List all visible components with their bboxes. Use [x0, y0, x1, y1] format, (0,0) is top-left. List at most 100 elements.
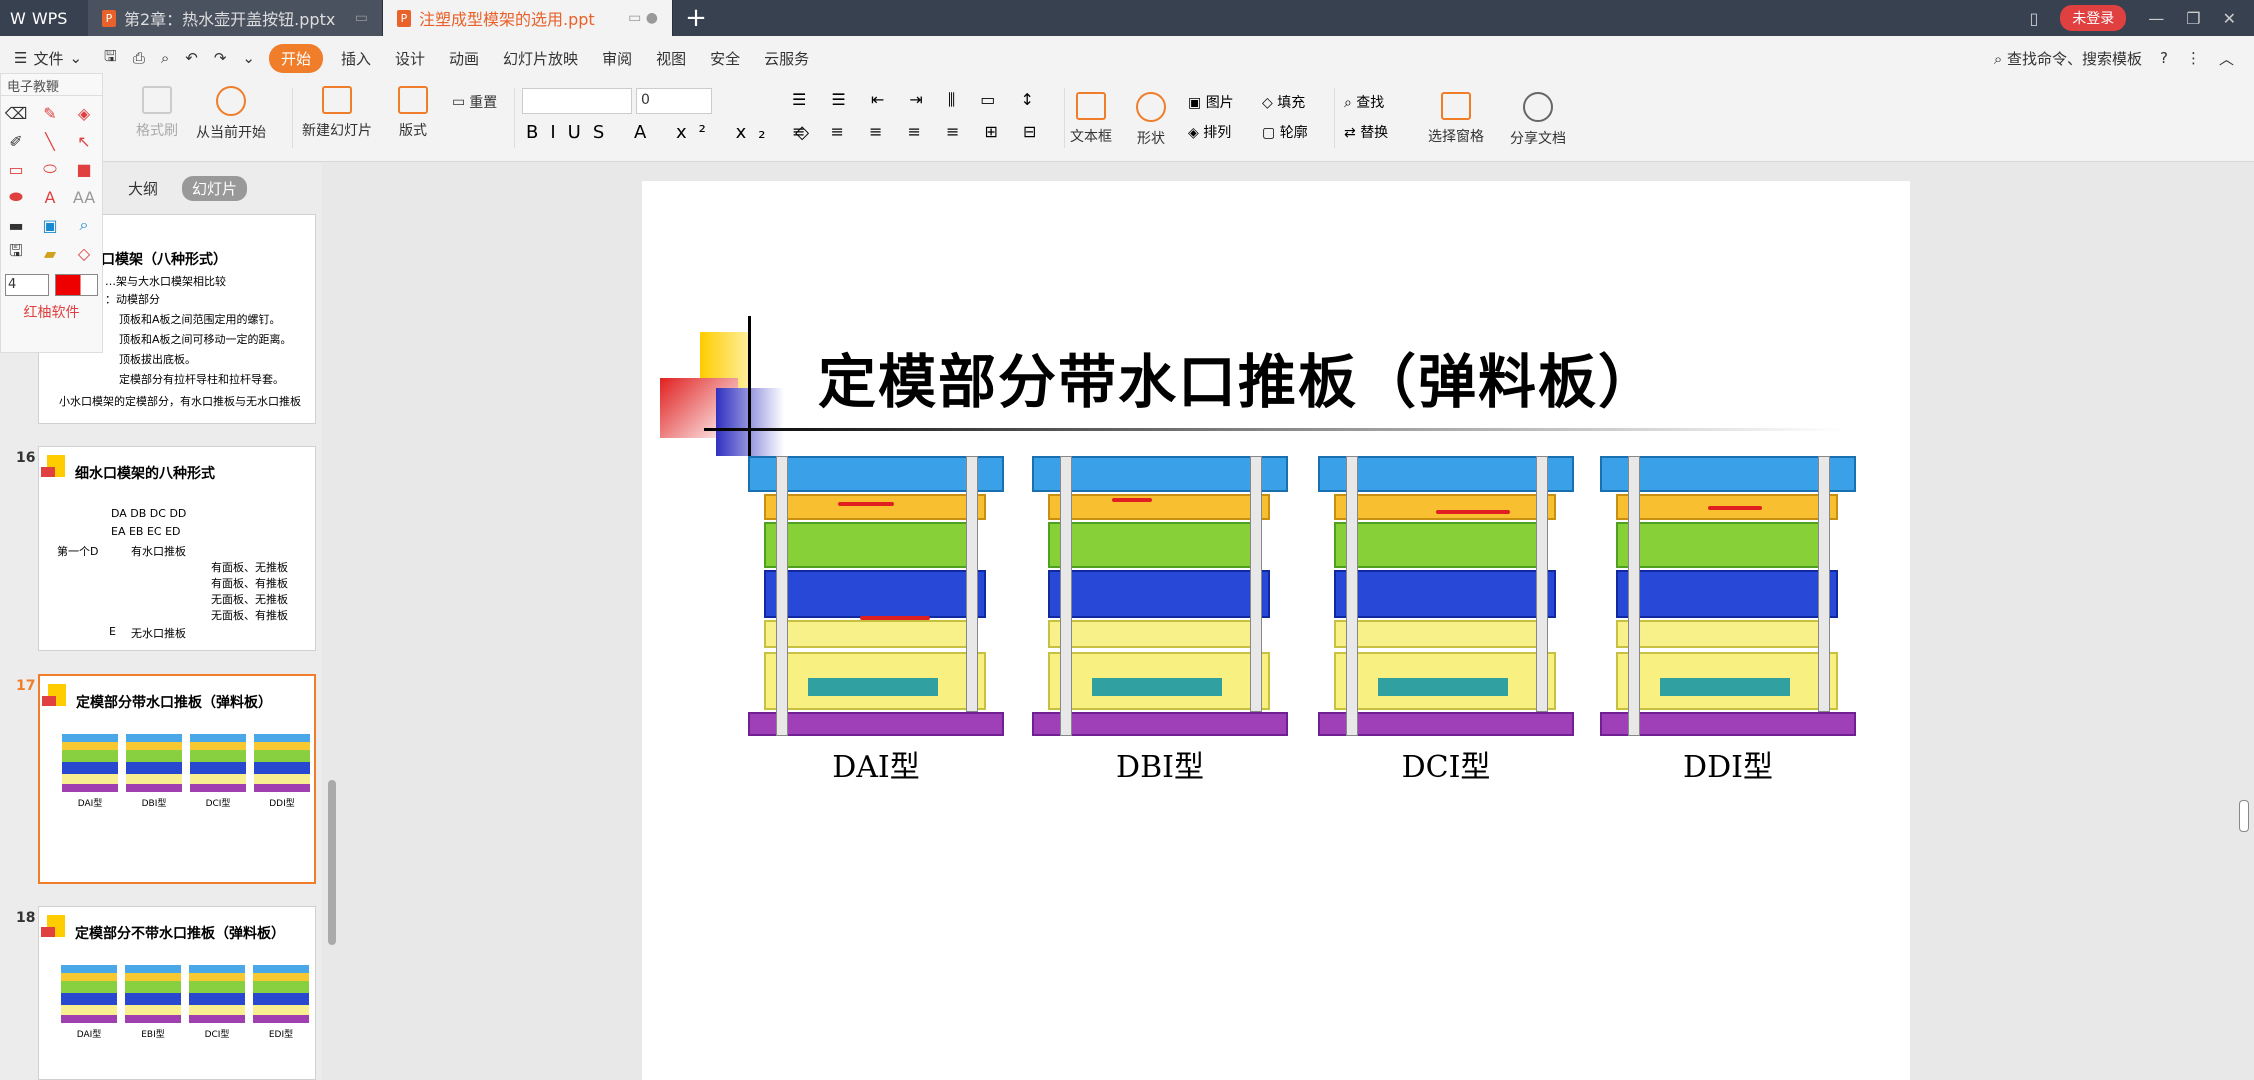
menu-home[interactable]: 开始 — [268, 43, 323, 73]
mold-diagram-dbi[interactable] — [1032, 456, 1288, 736]
replace-icon: ⇄ — [1344, 125, 1361, 141]
line-icon[interactable]: ╲ — [39, 130, 61, 152]
command-search[interactable]: ⌕ 查找命令、搜索模板 — [1994, 48, 2142, 69]
rectangle-icon[interactable]: ▭ — [5, 158, 27, 180]
arrange-button[interactable]: ◈ 排列 — [1188, 122, 1231, 142]
arrow-icon[interactable]: ↖ — [73, 130, 95, 152]
ppt-file-icon: P — [397, 9, 411, 27]
pane-scrollbar[interactable] — [328, 780, 336, 945]
tab-close-icon[interactable]: ▭ ● — [628, 10, 658, 26]
textbox-icon — [1076, 92, 1106, 120]
menu-bar: ☰ 文件 ⌄ 🖫 ⎙ ⌕ ↶ ↷ ⌄ 开始 插入 设计 动画 幻灯片放映 审阅 视图… — [0, 36, 2254, 80]
select-pane-button[interactable]: 选择窗格 — [1428, 92, 1484, 146]
quick-access-icon[interactable]: ⌄ — [234, 49, 263, 67]
collapse-ribbon-icon[interactable]: ︿ — [2219, 48, 2234, 69]
magnifier-icon[interactable]: ⌕ — [73, 214, 95, 236]
font-size-icon[interactable]: AA — [73, 186, 95, 208]
save-icon[interactable]: 🖫 — [96, 46, 125, 71]
title-bar: W WPS P 第2章：热水壶开盖按钮.pptx ▭ P 注塑成型模架的选用.pp… — [0, 0, 2254, 36]
screen-icon[interactable]: ▣ — [39, 214, 61, 236]
layout-button[interactable]: 版式 — [398, 86, 428, 140]
font-style-buttons[interactable]: BIUS A x² x₂ ◇ — [526, 122, 821, 143]
save-icon[interactable]: 🖫 — [5, 241, 27, 264]
mini-mold-image — [126, 734, 182, 792]
tab-document-2[interactable]: P 注塑成型模架的选用.ppt ▭ ● — [383, 0, 673, 36]
login-button[interactable]: 未登录 — [2060, 5, 2127, 31]
canvas-scroll-thumb[interactable] — [2239, 800, 2249, 832]
canvas-scrollbar[interactable] — [2236, 170, 2250, 1075]
reset-button[interactable]: ▭ 重置 — [452, 92, 497, 112]
menu-review[interactable]: 审阅 — [590, 48, 644, 69]
arrange-icon: ◈ — [1188, 125, 1204, 141]
title-decoration — [748, 316, 751, 456]
tab-slides[interactable]: 幻灯片 — [182, 176, 248, 201]
mold-diagram-dci[interactable] — [1318, 456, 1574, 736]
mold-label: DCI型 — [1401, 750, 1491, 785]
pen-icon[interactable]: ✎ — [39, 102, 61, 124]
slide-thumbnail[interactable]: 定模部分不带水口推板（弹料板） DAI型 EBI型 DCI型 EDI型 — [38, 906, 316, 1080]
window-icon[interactable]: ▯ — [2029, 9, 2038, 28]
open-folder-icon[interactable]: ▰ — [39, 242, 61, 264]
file-menu[interactable]: ☰ 文件 ⌄ — [0, 48, 96, 69]
tab-outline[interactable]: 大纲 — [118, 176, 168, 201]
outline-icon: ▢ — [1262, 125, 1280, 141]
replace-button[interactable]: ⇄ 替换 — [1344, 122, 1388, 142]
picture-button[interactable]: ▣ 图片 — [1188, 92, 1234, 112]
menu-security[interactable]: 安全 — [698, 48, 752, 69]
mini-mold-image — [189, 965, 245, 1023]
clear-icon[interactable]: ◇ — [73, 242, 95, 264]
menu-cloud[interactable]: 云服务 — [752, 48, 821, 69]
slide-title[interactable]: 定模部分带水口推板（弹料板） — [818, 335, 1658, 419]
wps-logo[interactable]: W WPS — [0, 0, 88, 36]
slide-thumbnail[interactable]: 细水口模架的八种形式 DA DB DC DD EA EB EC ED 第一个D … — [38, 446, 316, 651]
paragraph-buttons[interactable]: ☰ ☰ ⇤ ⇥ ⫼ ▭ ↕ — [792, 90, 1044, 110]
mold-diagram-ddi[interactable] — [1600, 456, 1856, 736]
blackboard-icon[interactable]: ▬ — [5, 214, 27, 236]
find-button[interactable]: ⌕ 查找 — [1344, 92, 1384, 112]
undo-icon[interactable]: ↶ — [177, 49, 206, 67]
mold-diagram-dai[interactable] — [748, 456, 1004, 736]
print-icon[interactable]: ⎙ — [125, 49, 153, 67]
text-icon[interactable]: A — [39, 186, 61, 208]
slide-thumbnail-selected[interactable]: 定模部分带水口推板（弹料板） DAI型 DBI型 DCI型 DDI型 — [38, 674, 316, 884]
font-family-select[interactable] — [522, 88, 632, 114]
marker-icon[interactable]: ✐ — [5, 130, 27, 152]
new-slide-icon — [322, 86, 352, 114]
menu-slideshow[interactable]: 幻灯片放映 — [491, 48, 590, 69]
slide-number: 18 — [16, 910, 36, 926]
new-slide-button[interactable]: 新建幻灯片 — [302, 86, 372, 140]
outline-button[interactable]: ▢ 轮廓 — [1262, 122, 1308, 142]
eraser-icon[interactable]: ⌫ — [5, 102, 28, 124]
restore-icon[interactable]: ❐ — [2186, 9, 2200, 28]
play-from-current-button[interactable]: 从当前开始 — [196, 86, 266, 142]
line-width-select[interactable]: 4 — [5, 274, 49, 296]
fill-button[interactable]: ◇ 填充 — [1262, 92, 1305, 112]
menu-design[interactable]: 设计 — [383, 48, 437, 69]
mini-mold-image — [254, 734, 310, 792]
layout-icon — [398, 86, 428, 114]
fill-bucket-icon[interactable]: ◈ — [73, 102, 95, 124]
tab-document-1[interactable]: P 第2章：热水壶开盖按钮.pptx ▭ — [88, 0, 383, 36]
close-icon[interactable]: ✕ — [2223, 9, 2236, 28]
filled-ellipse-icon[interactable]: ⬬ — [5, 186, 27, 208]
color-select[interactable] — [54, 274, 98, 296]
shape-button[interactable]: 形状 — [1136, 92, 1166, 148]
format-painter-button[interactable]: 格式刷 — [136, 86, 178, 140]
minimize-icon[interactable]: — — [2148, 9, 2164, 28]
tab-close-icon[interactable]: ▭ — [355, 10, 368, 26]
menu-animation[interactable]: 动画 — [437, 48, 491, 69]
filled-rectangle-icon[interactable]: ■ — [73, 158, 95, 180]
font-size-select[interactable]: 0 — [636, 88, 712, 114]
new-tab-button[interactable]: + — [673, 0, 719, 36]
more-icon[interactable]: ⋮ — [2186, 49, 2201, 67]
textbox-button[interactable]: 文本框 — [1070, 92, 1112, 146]
share-button[interactable]: 分享文档 — [1510, 92, 1566, 148]
align-buttons[interactable]: ≡ ≡ ≡ ≡ ≡ ⊞ ⊟ — [792, 122, 1046, 141]
menu-view[interactable]: 视图 — [644, 48, 698, 69]
help-icon[interactable]: ? — [2160, 49, 2168, 67]
redo-icon[interactable]: ↷ — [206, 49, 235, 67]
ellipse-icon[interactable]: ⬭ — [39, 158, 61, 180]
mini-mold-image — [190, 734, 246, 792]
preview-icon[interactable]: ⌕ — [153, 49, 177, 67]
menu-insert[interactable]: 插入 — [329, 48, 383, 69]
